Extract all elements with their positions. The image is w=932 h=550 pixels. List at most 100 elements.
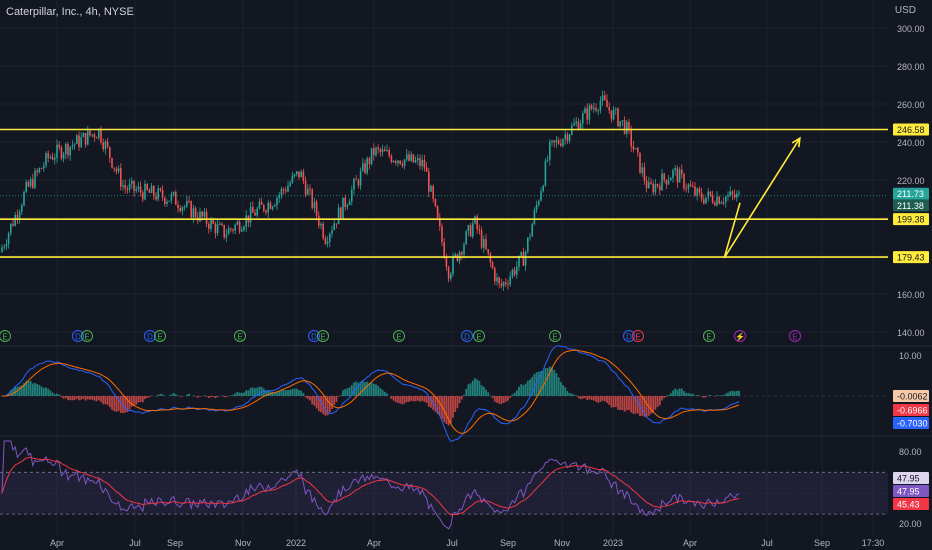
macd-histogram-bar — [53, 394, 56, 396]
macd-histogram-bar — [515, 390, 518, 396]
macd-histogram-bar — [82, 396, 85, 399]
candle-body — [40, 168, 43, 170]
macd-histogram-bar — [49, 390, 52, 396]
candle-body — [366, 158, 368, 173]
macd-histogram-bar — [192, 395, 195, 396]
macd-histogram-bar — [416, 396, 419, 401]
candle-body — [21, 205, 23, 212]
macd-histogram-bar — [722, 394, 725, 396]
candle-body — [359, 170, 362, 186]
macd-histogram-bar — [449, 396, 452, 424]
candle-body — [560, 143, 562, 146]
macd-histogram-bar — [196, 396, 199, 398]
candle-body — [126, 188, 129, 190]
candle-body — [36, 170, 38, 173]
candle-body — [271, 206, 274, 209]
macd-histogram-bar — [135, 396, 138, 405]
candle-body — [692, 186, 694, 188]
candle-body — [47, 153, 49, 158]
macd-histogram-bar — [119, 396, 122, 413]
macd-histogram-bar — [610, 396, 613, 408]
macd-histogram-bar — [348, 387, 351, 396]
candle-body — [419, 158, 421, 167]
time-tick-label: Jul — [446, 538, 458, 548]
macd-histogram-bar — [546, 368, 549, 396]
macd-histogram-bar — [335, 396, 338, 402]
macd-histogram-bar — [106, 396, 109, 406]
macd-histogram-bar — [485, 389, 487, 396]
macd-histogram-bar — [137, 396, 140, 403]
symbol-legend[interactable]: Caterpillar, Inc., 4h, NYSE — [6, 6, 134, 18]
macd-histogram-bar — [650, 396, 652, 414]
macd-histogram-bar — [62, 396, 65, 399]
macd-histogram-bar — [232, 394, 234, 396]
macd-histogram-bar — [496, 396, 498, 403]
price-tick-label: 240.00 — [897, 138, 925, 148]
candle-body — [469, 225, 472, 237]
candle-body — [34, 170, 36, 188]
macd-histogram-bar — [383, 391, 386, 396]
macd-histogram-bar — [386, 393, 388, 396]
candle-body — [293, 174, 296, 176]
macd-histogram-bar — [458, 396, 461, 404]
candle-body — [225, 234, 228, 238]
macd-histogram-bar — [601, 396, 604, 401]
macd-histogram-bar — [559, 381, 562, 396]
candle-body — [223, 224, 225, 238]
macd-histogram-bar — [592, 396, 595, 401]
candle-body — [302, 171, 305, 181]
candle-body — [109, 146, 111, 158]
candle-body — [18, 211, 21, 219]
macd-histogram-bar — [64, 396, 67, 399]
macd-histogram-bar — [361, 380, 364, 396]
candle-body — [100, 128, 102, 143]
macd-histogram-bar — [251, 387, 254, 396]
candle-body — [610, 110, 613, 120]
candle-body — [203, 211, 206, 217]
rsi-tick-label: 20.00 — [899, 519, 922, 529]
macd-histogram-bar — [221, 395, 223, 396]
candle-body — [654, 184, 657, 193]
candle-body — [659, 185, 661, 191]
candle-body — [529, 236, 531, 238]
candle-body — [408, 154, 410, 161]
candle-body — [168, 200, 170, 202]
candle-body — [144, 183, 146, 200]
candle-body — [161, 190, 164, 198]
macd-histogram-bar — [676, 389, 679, 396]
macd-histogram-bar — [214, 396, 217, 399]
candle-body — [355, 179, 357, 181]
macd-histogram-bar — [482, 386, 485, 396]
candle-body — [113, 167, 115, 169]
macd-histogram-bar — [67, 396, 69, 401]
candle-body — [711, 195, 714, 203]
candle-body — [95, 137, 98, 139]
candle-body — [298, 171, 300, 178]
candle-body — [432, 185, 434, 199]
candle-body — [617, 108, 619, 127]
candle-body — [269, 202, 272, 209]
candle-body — [720, 202, 723, 204]
macd-histogram-bar — [584, 396, 586, 399]
candle-body — [725, 196, 727, 203]
macd-histogram-bar — [40, 386, 43, 396]
candle-body — [595, 107, 597, 111]
candle-body — [665, 179, 668, 185]
candle-body — [467, 225, 470, 232]
event-marker-glyph: D — [147, 333, 153, 342]
candle-body — [731, 191, 734, 195]
candle-body — [311, 189, 313, 208]
macd-histogram-bar — [97, 396, 100, 401]
candle-body — [216, 224, 219, 234]
macd-signal-tag: -0.6966 — [893, 404, 929, 416]
macd-signal-tag-text: -0.6966 — [897, 406, 928, 416]
candle-body — [549, 141, 551, 160]
candle-body — [104, 141, 107, 150]
macd-histogram-bar — [29, 380, 32, 396]
chart-canvas[interactable]: E D E D E E D E E D E E D E E ⚡ E 300.00280.00260.00240.… — [0, 0, 932, 550]
macd-histogram-bar — [586, 396, 589, 401]
candle-body — [612, 109, 615, 120]
candle-body — [10, 223, 12, 234]
macd-histogram-bar — [471, 380, 474, 396]
candle-body — [606, 99, 608, 108]
